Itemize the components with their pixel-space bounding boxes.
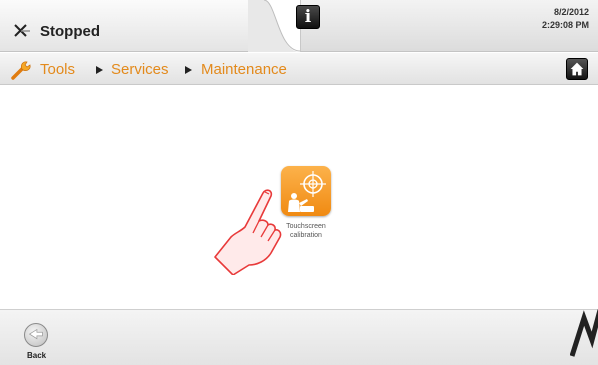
back-label: Back <box>27 351 47 360</box>
back-arrow-icon <box>28 328 43 340</box>
bottom-toolbar <box>0 309 598 365</box>
wrench-icon <box>11 61 31 80</box>
time-display: 2:29:08 PM <box>541 20 589 30</box>
x-close-icon <box>14 24 30 37</box>
touchscreen-calibration-icon <box>288 171 326 212</box>
breadcrumb: Tools Services Maintenance <box>0 53 598 85</box>
status-bar: Stopped i 8/2/2012 2:29:08 PM <box>0 0 598 52</box>
chevron-right-icon <box>185 66 192 74</box>
touchscreen-calibration-button[interactable] <box>281 166 331 216</box>
breadcrumb-tools[interactable]: Tools <box>40 61 75 78</box>
pointing-hand-icon <box>214 189 282 275</box>
breadcrumb-maintenance: Maintenance <box>201 61 287 78</box>
date-display: 8/2/2012 <box>553 7 589 17</box>
info-button[interactable]: i <box>296 5 320 29</box>
home-button[interactable] <box>566 58 588 80</box>
back-button[interactable] <box>24 323 48 347</box>
touchscreen-display: Stopped i 8/2/2012 2:29:08 PM Tools Serv… <box>0 0 598 365</box>
machine-status-label: Stopped <box>40 23 100 40</box>
watermark-graphic <box>570 309 598 357</box>
breadcrumb-services[interactable]: Services <box>111 61 169 78</box>
home-icon <box>570 62 584 76</box>
chevron-right-icon <box>96 66 103 74</box>
